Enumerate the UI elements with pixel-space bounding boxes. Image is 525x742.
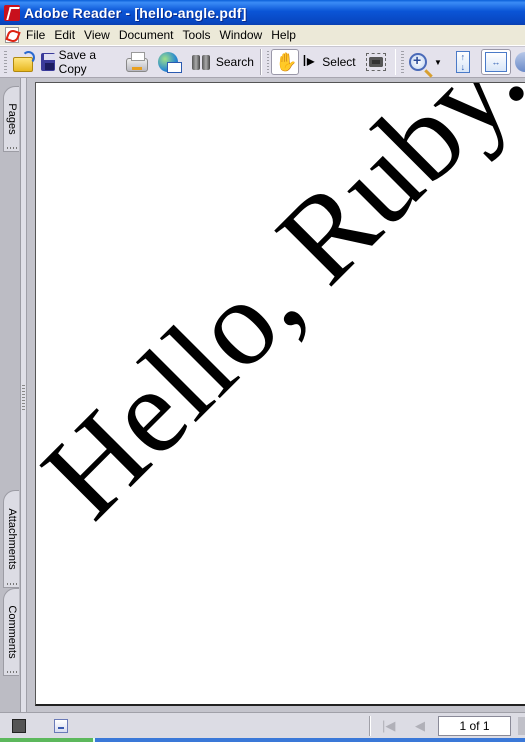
navigation-panel: Pages Attachments Comments (0, 78, 21, 712)
email-globe-icon (157, 52, 182, 73)
fit-page-icon: ↑ ↓ (455, 51, 470, 73)
toolbar-grip[interactable] (401, 51, 404, 73)
floppy-disk-icon (40, 53, 55, 71)
fit-width-icon: ↔ (484, 52, 507, 72)
fit-page-button[interactable]: ↑ ↓ (453, 49, 473, 75)
search-label: Search (215, 55, 254, 69)
tab-grip (7, 583, 17, 585)
open-button[interactable] (10, 49, 36, 75)
splitter-grip[interactable] (22, 385, 25, 411)
menu-view[interactable]: View (81, 28, 116, 42)
first-page-icon[interactable]: |◀ (382, 718, 395, 734)
tab-grip (7, 147, 17, 149)
fit-width-button[interactable]: ↔ (480, 49, 511, 75)
status-separator (369, 716, 371, 736)
hand-tool-button[interactable]: ✋ (271, 49, 300, 75)
text-select-icon: I▸ (302, 53, 315, 70)
menu-help[interactable]: Help (268, 28, 302, 42)
tab-grip (7, 671, 17, 673)
title-bar: Adobe Reader - [hello-angle.pdf] (0, 0, 525, 25)
zoom-in-icon (408, 52, 427, 71)
tab-attachments[interactable]: Attachments (3, 490, 19, 588)
printer-icon (125, 52, 148, 72)
page-number-field[interactable]: 1 of 1 (438, 716, 511, 736)
hand-icon: ✋ (275, 52, 298, 72)
menu-edit[interactable]: Edit (51, 28, 81, 42)
camera-icon (365, 53, 386, 71)
menu-document[interactable]: Document (116, 28, 180, 42)
chevron-down-icon[interactable]: ▼ (434, 58, 442, 67)
menu-tools[interactable]: Tools (180, 28, 217, 42)
previous-page-icon[interactable]: ◀ (415, 718, 425, 734)
tab-comments-label: Comments (5, 605, 18, 659)
start-button-edge (0, 738, 95, 742)
print-button[interactable] (123, 49, 151, 75)
select-label: Select (322, 55, 356, 69)
search-button[interactable]: Search (187, 49, 257, 75)
taskbar-edge (0, 738, 525, 742)
tab-comments[interactable]: Comments (3, 588, 19, 676)
toolbar-grip[interactable] (4, 51, 7, 73)
pdf-page[interactable]: Hello, Ruby. (35, 82, 525, 706)
folder-open-icon (12, 51, 35, 72)
save-copy-button[interactable]: Save a Copy (38, 48, 119, 76)
select-tool-button[interactable]: I▸ Select (299, 49, 358, 75)
zoom-in-button[interactable]: ▼ (406, 49, 445, 75)
rotate-view-icon[interactable] (514, 52, 525, 72)
tab-pages[interactable]: Pages (3, 86, 19, 152)
window-mode-icon[interactable] (54, 718, 68, 733)
snapshot-tool-button[interactable] (363, 49, 389, 75)
tab-attachments-label: Attachments (5, 508, 18, 570)
email-button[interactable] (155, 49, 182, 75)
next-page-icon[interactable] (518, 717, 525, 735)
rotated-page-text: Hello, Ruby. (35, 82, 525, 544)
menu-window[interactable]: Window (217, 28, 269, 42)
window-title: Adobe Reader - [hello-angle.pdf] (24, 4, 247, 21)
binoculars-icon (190, 53, 212, 71)
toolbar-separator (394, 49, 397, 75)
save-copy-label: Save a Copy (58, 48, 97, 76)
status-bar: |◀ ◀ 1 of 1 (0, 712, 525, 738)
toolbar-separator (259, 49, 262, 75)
menu-bar: File Edit View Document Tools Window Hel… (0, 25, 525, 46)
full-screen-icon[interactable] (12, 718, 26, 733)
toolbar: Save a Copy Search ✋ I▸ Select ▼ ↑↓ ↔ (0, 46, 525, 78)
adobe-reader-app-icon (4, 4, 20, 21)
pdf-document-icon[interactable] (5, 27, 19, 43)
menu-file[interactable]: File (23, 28, 51, 42)
toolbar-grip[interactable] (266, 51, 270, 73)
tab-pages-label: Pages (5, 103, 18, 135)
